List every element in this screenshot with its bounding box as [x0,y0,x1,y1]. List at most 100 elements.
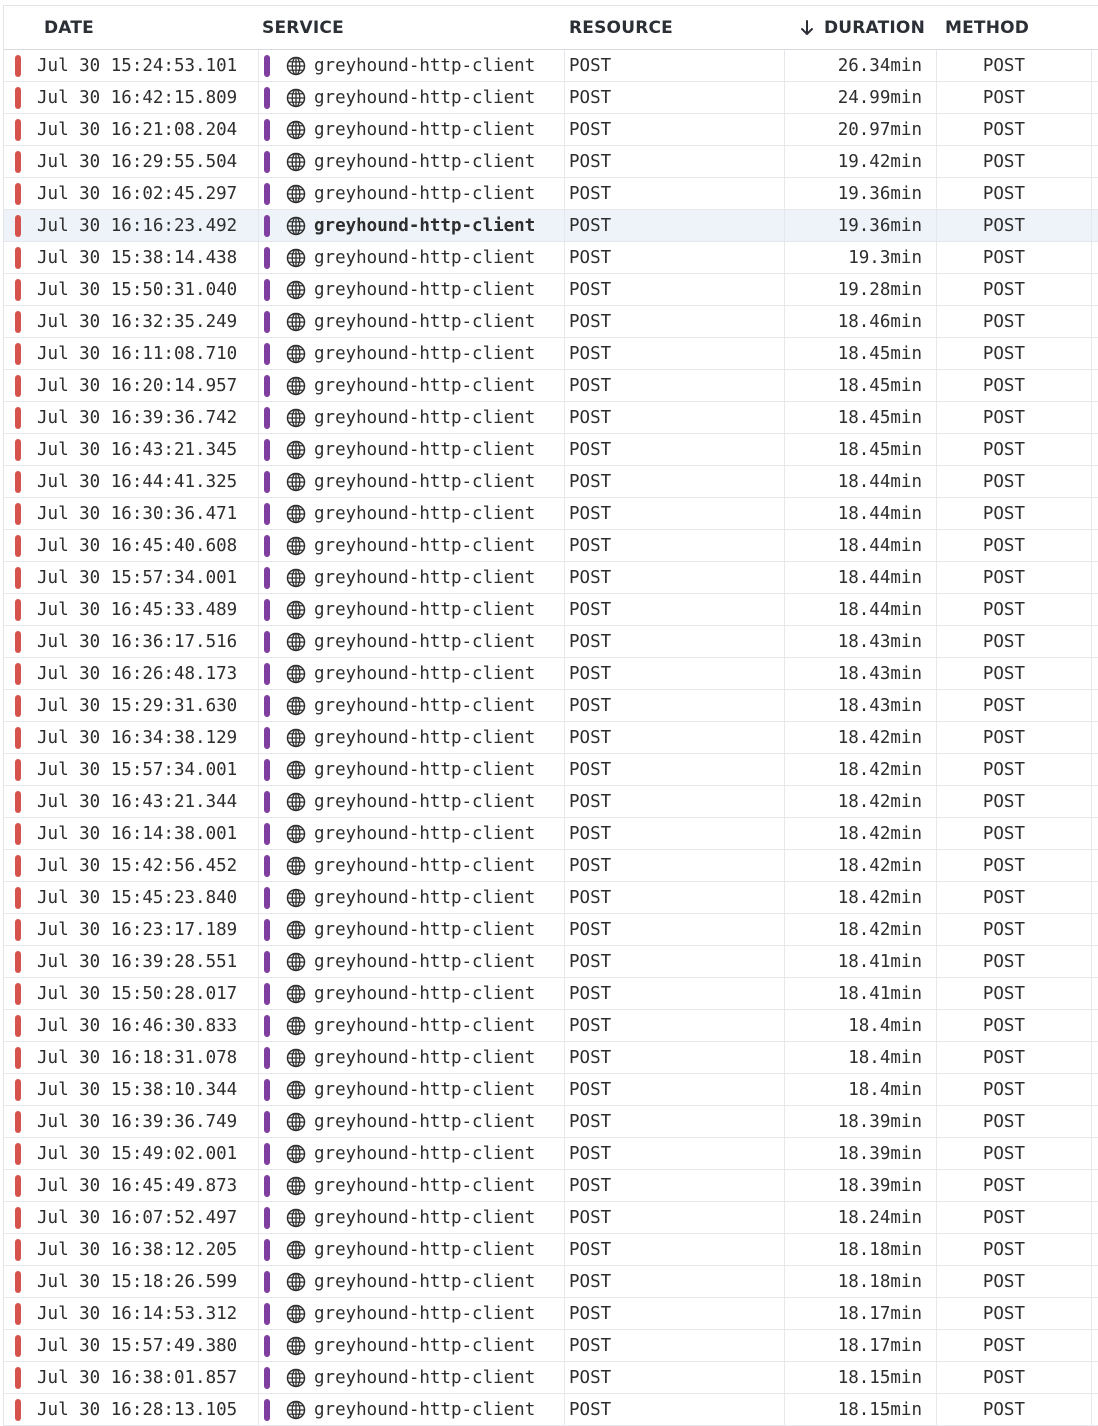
table-row[interactable]: Jul 30 16:30:36.471 greyhound-http-clien… [4,498,1098,530]
table-row[interactable]: Jul 30 15:24:53.101 greyhound-http-clien… [4,50,1098,82]
service-cell: greyhound-http-client [259,562,565,593]
date-cell: Jul 30 16:45:33.489 [4,594,259,625]
service-name: greyhound-http-client [314,343,536,364]
table-row[interactable]: Jul 30 16:38:12.205 greyhound-http-clien… [4,1234,1098,1266]
table-row[interactable]: Jul 30 15:50:31.040 greyhound-http-clien… [4,274,1098,306]
table-row[interactable]: Jul 30 16:29:55.504 greyhound-http-clien… [4,146,1098,178]
service-name: greyhound-http-client [314,151,536,172]
column-header-duration[interactable]: DURATION [785,18,937,38]
service-cell: greyhound-http-client [259,1234,565,1265]
row-end-spacer [1092,370,1098,401]
duration-cell: 18.41min [785,978,937,1009]
table-row[interactable]: Jul 30 16:02:45.297 greyhound-http-clien… [4,178,1098,210]
column-header-resource[interactable]: RESOURCE [565,18,785,38]
error-status-indicator [15,822,21,845]
table-row[interactable]: Jul 30 16:11:08.710 greyhound-http-clien… [4,338,1098,370]
row-end-spacer [1092,1074,1098,1105]
method-cell: POST [937,562,1092,593]
table-row[interactable]: Jul 30 16:34:38.129 greyhound-http-clien… [4,722,1098,754]
table-row[interactable]: Jul 30 15:50:28.017 greyhound-http-clien… [4,978,1098,1010]
row-end-spacer [1092,274,1098,305]
method-cell: POST [937,338,1092,369]
method-cell: POST [937,434,1092,465]
table-row[interactable]: Jul 30 15:49:02.001 greyhound-http-clien… [4,1138,1098,1170]
date-value: Jul 30 16:43:21.345 [37,439,238,460]
table-row[interactable]: Jul 30 16:23:17.189 greyhound-http-clien… [4,914,1098,946]
table-row[interactable]: Jul 30 15:38:10.344 greyhound-http-clien… [4,1074,1098,1106]
globe-icon [286,88,306,107]
service-color-indicator [264,1334,270,1357]
table-row[interactable]: Jul 30 16:45:49.873 greyhound-http-clien… [4,1170,1098,1202]
service-color-indicator [264,150,270,173]
table-row[interactable]: Jul 30 16:28:13.105 greyhound-http-clien… [4,1394,1098,1426]
duration-cell: 18.44min [785,562,937,593]
table-row[interactable]: Jul 30 16:42:15.809 greyhound-http-clien… [4,82,1098,114]
service-name: greyhound-http-client [314,887,536,908]
table-row[interactable]: Jul 30 16:43:21.345 greyhound-http-clien… [4,434,1098,466]
table-row[interactable]: Jul 30 16:43:21.344 greyhound-http-clien… [4,786,1098,818]
table-row[interactable]: Jul 30 16:21:08.204 greyhound-http-clien… [4,114,1098,146]
table-row[interactable]: Jul 30 16:20:14.957 greyhound-http-clien… [4,370,1098,402]
error-status-indicator [15,982,21,1005]
table-row[interactable]: Jul 30 16:39:28.551 greyhound-http-clien… [4,946,1098,978]
table-row[interactable]: Jul 30 15:29:31.630 greyhound-http-clien… [4,690,1098,722]
table-row[interactable]: Jul 30 16:26:48.173 greyhound-http-clien… [4,658,1098,690]
table-row[interactable]: Jul 30 16:07:52.497 greyhound-http-clien… [4,1202,1098,1234]
resource-cell: POST [565,722,785,753]
globe-icon [286,1336,306,1355]
duration-cell: 18.17min [785,1298,937,1329]
table-row[interactable]: Jul 30 15:42:56.452 greyhound-http-clien… [4,850,1098,882]
row-end-spacer [1092,914,1098,945]
table-row[interactable]: Jul 30 15:18:26.599 greyhound-http-clien… [4,1266,1098,1298]
row-end-spacer [1092,754,1098,785]
table-row[interactable]: Jul 30 16:16:23.492 greyhound-http-clien… [4,210,1098,242]
column-header-date[interactable]: DATE [4,18,259,38]
table-row[interactable]: Jul 30 16:18:31.078 greyhound-http-clien… [4,1042,1098,1074]
service-name: greyhound-http-client [314,247,536,268]
method-cell: POST [937,818,1092,849]
table-row[interactable]: Jul 30 15:57:34.001 greyhound-http-clien… [4,562,1098,594]
row-end-spacer [1092,530,1098,561]
table-row[interactable]: Jul 30 16:32:35.249 greyhound-http-clien… [4,306,1098,338]
duration-cell: 18.44min [785,594,937,625]
globe-icon [286,824,306,843]
table-row[interactable]: Jul 30 15:57:49.380 greyhound-http-clien… [4,1330,1098,1362]
table-row[interactable]: Jul 30 15:38:14.438 greyhound-http-clien… [4,242,1098,274]
table-row[interactable]: Jul 30 16:46:30.833 greyhound-http-clien… [4,1010,1098,1042]
method-cell: POST [937,178,1092,209]
column-header-service[interactable]: SERVICE [259,18,565,38]
table-row[interactable]: Jul 30 16:39:36.742 greyhound-http-clien… [4,402,1098,434]
table-row[interactable]: Jul 30 16:14:53.312 greyhound-http-clien… [4,1298,1098,1330]
method-cell: POST [937,1010,1092,1041]
table-row[interactable]: Jul 30 16:14:38.001 greyhound-http-clien… [4,818,1098,850]
table-row[interactable]: Jul 30 16:39:36.749 greyhound-http-clien… [4,1106,1098,1138]
error-status-indicator [15,278,21,301]
column-header-method[interactable]: METHOD [937,18,1097,38]
table-row[interactable]: Jul 30 15:45:23.840 greyhound-http-clien… [4,882,1098,914]
service-name: greyhound-http-client [314,759,536,780]
table-row[interactable]: Jul 30 15:57:34.001 greyhound-http-clien… [4,754,1098,786]
service-color-indicator [264,694,270,717]
date-value: Jul 30 15:45:23.840 [37,887,238,908]
method-cell: POST [937,914,1092,945]
table-row[interactable]: Jul 30 16:36:17.516 greyhound-http-clien… [4,626,1098,658]
service-cell: greyhound-http-client [259,1202,565,1233]
error-status-indicator [15,1270,21,1293]
table-row[interactable]: Jul 30 16:45:33.489 greyhound-http-clien… [4,594,1098,626]
service-color-indicator [264,118,270,141]
table-row[interactable]: Jul 30 16:38:01.857 greyhound-http-clien… [4,1362,1098,1394]
column-header-duration-label: DURATION [823,17,925,38]
service-color-indicator [264,470,270,493]
row-end-spacer [1092,882,1098,913]
table-row[interactable]: Jul 30 16:45:40.608 greyhound-http-clien… [4,530,1098,562]
service-cell: greyhound-http-client [259,466,565,497]
arrow-down-icon[interactable] [800,19,814,36]
resource-cell: POST [565,466,785,497]
service-color-indicator [264,1014,270,1037]
table-row[interactable]: Jul 30 16:44:41.325 greyhound-http-clien… [4,466,1098,498]
duration-cell: 18.43min [785,658,937,689]
method-cell: POST [937,114,1092,145]
date-cell: Jul 30 16:34:38.129 [4,722,259,753]
error-status-indicator [15,374,21,397]
globe-icon [286,568,306,587]
